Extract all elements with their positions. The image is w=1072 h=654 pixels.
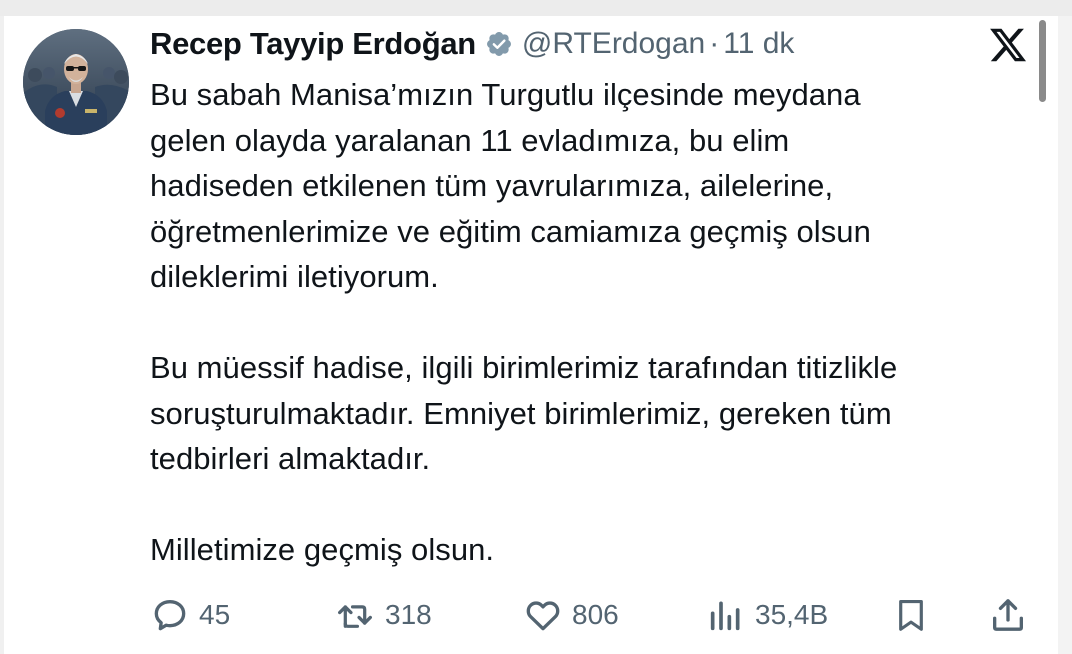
repost-button[interactable]: 318 — [334, 592, 432, 638]
views-count: 35,4B — [755, 599, 829, 630]
share-button[interactable] — [988, 592, 1028, 638]
x-logo-icon[interactable] — [988, 25, 1028, 65]
avatar-image — [23, 29, 129, 135]
author-handle[interactable]: @RTErdogan — [522, 27, 705, 61]
verified-badge-icon[interactable] — [485, 30, 513, 58]
author-avatar[interactable] — [23, 29, 129, 135]
top-band — [0, 0, 1072, 16]
like-button[interactable]: 806 — [523, 592, 619, 638]
bookmark-icon — [899, 599, 923, 631]
reply-button[interactable]: 45 — [150, 592, 230, 638]
like-count: 806 — [572, 599, 619, 630]
text-line: hadiseden etkilenen tüm yavrularımıza, a… — [150, 168, 834, 203]
text-line: Bu sabah Manisa’mızın Turgutlu ilçesinde… — [150, 77, 861, 112]
tweet-paragraph: Bu müessif hadise, ilgili birimlerimiz t… — [150, 345, 1030, 482]
tweet-header: Recep Tayyip Erdoğan @RTErdogan · 11 dk — [150, 24, 794, 64]
heart-icon — [526, 601, 560, 631]
tweet-actions-bar: 45 318 806 35,4B — [150, 592, 1030, 638]
text-line: dileklerimi iletiyorum. — [150, 259, 439, 294]
tweet-paragraph: Milletimize geçmiş olsun. — [150, 527, 1030, 573]
header-separator: · — [709, 27, 720, 60]
tweet-timestamp[interactable]: 11 dk — [723, 27, 794, 61]
views-button[interactable]: 35,4B — [706, 592, 828, 638]
text-line: Bu müessif hadise, ilgili birimlerimiz t… — [150, 350, 898, 385]
views-icon — [710, 601, 740, 631]
text-line: öğretmenlerimize ve eğitim camiamıza geç… — [150, 213, 871, 249]
left-frame — [0, 16, 4, 654]
repost-icon — [338, 605, 372, 628]
right-frame — [1058, 16, 1072, 654]
reply-count: 45 — [199, 599, 231, 630]
tweet-text: Bu sabah Manisa’mızın Turgutlu ilçesinde… — [150, 72, 1030, 573]
author-name[interactable]: Recep Tayyip Erdoğan — [150, 26, 476, 62]
bookmark-button[interactable] — [892, 592, 930, 638]
repost-count: 318 — [385, 599, 432, 630]
tweet-paragraph: Bu sabah Manisa’mızın Turgutlu ilçesinde… — [150, 72, 1030, 300]
text-line: tedbirleri almaktadır. — [150, 441, 431, 476]
reply-icon — [154, 600, 186, 631]
scrollbar[interactable] — [1039, 20, 1046, 102]
text-line: soruşturulmaktadır. Emniyet birimlerimiz… — [150, 395, 892, 431]
share-icon — [993, 599, 1023, 631]
text-line: Milletimize geçmiş olsun. — [150, 532, 495, 567]
text-line: gelen olayda yaralanan 11 evladımıza, bu… — [150, 122, 790, 158]
